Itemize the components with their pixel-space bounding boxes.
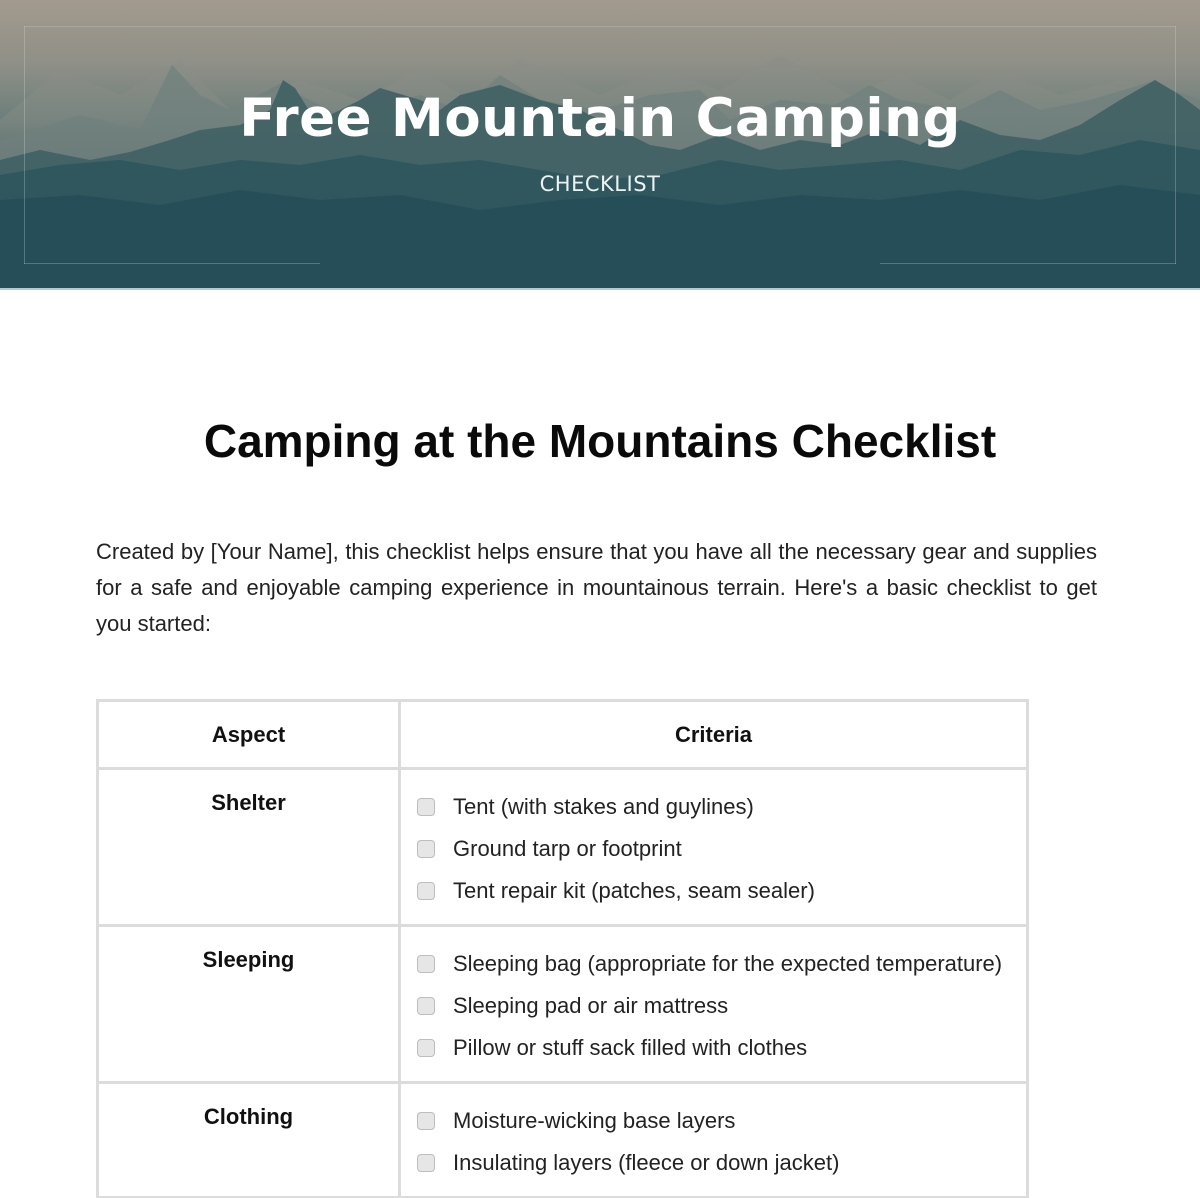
table-body: Shelter Tent (with stakes and guylines) Gr… (96, 767, 1029, 1198)
banner-frame-bottom-left (24, 263, 320, 264)
checklist-item-label: Insulating layers (fleece or down jacket… (453, 1150, 840, 1175)
checklist-item-label: Pillow or stuff sack filled with clothes (453, 1035, 808, 1060)
banner-title: Free Mountain Camping (239, 88, 961, 149)
aspect-cell: Shelter (96, 767, 401, 927)
banner-frame-bottom-right (880, 263, 1176, 264)
checklist-item: Tent (with stakes and guylines) (417, 786, 1016, 828)
aspect-cell: Sleeping (96, 924, 401, 1084)
banner-frame-top (24, 26, 1176, 27)
checkbox-unchecked-icon[interactable] (417, 798, 435, 816)
table-header-row: Aspect Criteria (96, 699, 1029, 770)
column-header-aspect: Aspect (96, 699, 401, 770)
table-row: Shelter Tent (with stakes and guylines) Gr… (96, 767, 1029, 927)
document-title: Camping at the Mountains Checklist (203, 415, 997, 467)
checklist-item-label: Sleeping bag (appropriate for the expect… (453, 951, 1003, 976)
checklist-item: Sleeping pad or air mattress (417, 985, 1016, 1027)
checklist-item-label: Tent repair kit (patches, seam sealer) (453, 878, 815, 903)
checklist-item: Pillow or stuff sack filled with clothes (417, 1027, 1016, 1069)
checkbox-unchecked-icon[interactable] (417, 1039, 435, 1057)
criteria-cell: Sleeping bag (appropriate for the expect… (398, 924, 1029, 1084)
criteria-cell: Moisture-wicking base layers Insulating l… (398, 1081, 1029, 1198)
banner-divider (0, 288, 1200, 290)
aspect-cell: Clothing (96, 1081, 401, 1198)
checkbox-unchecked-icon[interactable] (417, 997, 435, 1015)
criteria-list: Sleeping bag (appropriate for the expect… (417, 943, 1016, 1069)
checklist-table: Aspect Criteria Shelter Tent (with stakes… (96, 699, 1029, 1198)
checklist-item-label: Ground tarp or footprint (453, 836, 682, 861)
checkbox-unchecked-icon[interactable] (417, 882, 435, 900)
checkbox-unchecked-icon[interactable] (417, 1154, 435, 1172)
table-row: Clothing Moisture-wicking base layers Insu… (96, 1081, 1029, 1198)
checkbox-unchecked-icon[interactable] (417, 840, 435, 858)
header-banner: Free Mountain Camping CHECKLIST (0, 0, 1200, 290)
checklist-item: Tent repair kit (patches, seam sealer) (417, 870, 1016, 912)
checklist-item-label: Sleeping pad or air mattress (453, 993, 729, 1018)
column-header-criteria: Criteria (398, 699, 1029, 770)
criteria-cell: Tent (with stakes and guylines) Ground ta… (398, 767, 1029, 927)
table-row: Sleeping Sleeping bag (appropriate for th… (96, 924, 1029, 1084)
checklist-item: Insulating layers (fleece or down jacket… (417, 1142, 1016, 1184)
checklist-item-label: Moisture-wicking base layers (453, 1108, 736, 1133)
criteria-list: Moisture-wicking base layers Insulating l… (417, 1100, 1016, 1184)
checkbox-unchecked-icon[interactable] (417, 1112, 435, 1130)
checklist-item: Ground tarp or footprint (417, 828, 1016, 870)
criteria-list: Tent (with stakes and guylines) Ground ta… (417, 786, 1016, 912)
checklist-item-label: Tent (with stakes and guylines) (453, 794, 754, 819)
checklist-item: Sleeping bag (appropriate for the expect… (417, 943, 1016, 985)
checkbox-unchecked-icon[interactable] (417, 955, 435, 973)
banner-subtitle: CHECKLIST (539, 172, 661, 196)
checklist-item: Moisture-wicking base layers (417, 1100, 1016, 1142)
intro-paragraph: Created by [Your Name], this checklist h… (96, 539, 1097, 636)
